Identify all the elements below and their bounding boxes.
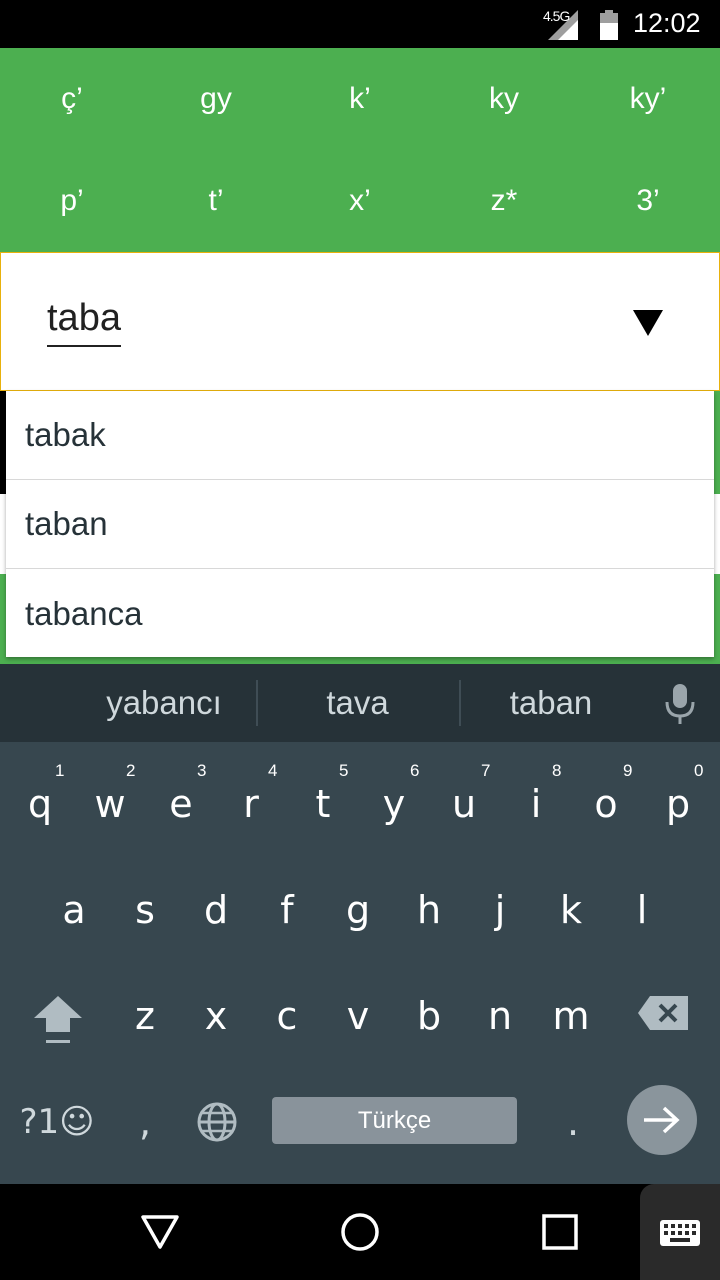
key-hint: 3 <box>197 761 207 780</box>
char-key[interactable]: k’ <box>288 48 432 150</box>
key-z[interactable]: z <box>111 986 179 1046</box>
key-b[interactable]: b <box>395 986 463 1046</box>
key-a[interactable]: a <box>40 880 108 940</box>
autocomplete-item[interactable]: tabak <box>6 391 714 480</box>
char-key[interactable]: ky <box>432 48 576 150</box>
search-row: taba <box>0 252 720 391</box>
key-p[interactable]: p <box>644 774 712 834</box>
key-hint: 9 <box>623 761 633 780</box>
keyboard-icon <box>660 1220 700 1246</box>
globe-icon[interactable] <box>196 1101 238 1143</box>
network-type-label: 4.5G <box>543 8 570 24</box>
recents-icon[interactable] <box>542 1214 578 1250</box>
char-key[interactable]: ky’ <box>576 48 720 150</box>
home-icon[interactable] <box>340 1212 380 1252</box>
key-s[interactable]: s <box>111 880 179 940</box>
comma-key[interactable]: , <box>120 1092 170 1152</box>
key-q[interactable]: q <box>6 774 74 834</box>
special-char-panel: ç’ gy k’ ky ky’ p’ t’ x’ z* 3’ <box>0 48 720 252</box>
key-w[interactable]: w <box>76 774 144 834</box>
clock: 12:02 <box>633 8 701 38</box>
key-h[interactable]: h <box>395 880 463 940</box>
shift-icon[interactable] <box>32 992 84 1048</box>
dropdown-arrow-icon[interactable] <box>633 310 663 336</box>
key-r[interactable]: r <box>217 774 285 834</box>
microphone-icon[interactable] <box>662 682 698 726</box>
key-x[interactable]: x <box>182 986 250 1046</box>
key-o[interactable]: o <box>572 774 640 834</box>
key-hint: 2 <box>126 761 136 780</box>
battery-icon <box>600 10 618 40</box>
enter-key[interactable] <box>627 1085 697 1155</box>
key-hint: 4 <box>268 761 278 780</box>
char-key[interactable]: 3’ <box>576 150 720 252</box>
status-bar: 4.5G 12:02 <box>0 0 720 48</box>
arrow-right-icon <box>644 1106 680 1134</box>
char-key[interactable]: ç’ <box>0 48 144 150</box>
key-j[interactable]: j <box>466 880 534 940</box>
period-key[interactable]: . <box>548 1092 598 1152</box>
autocomplete-item[interactable]: taban <box>6 480 714 569</box>
keyboard-suggestion[interactable]: yabancı <box>64 664 264 742</box>
keyboard-suggestion[interactable]: taban <box>462 664 640 742</box>
key-hint: 7 <box>481 761 491 780</box>
key-c[interactable]: c <box>253 986 321 1046</box>
keyboard-suggestion-strip: yabancı tava taban <box>0 664 720 742</box>
key-hint: 5 <box>339 761 349 780</box>
divider <box>256 680 258 726</box>
word-input[interactable]: taba <box>47 293 121 347</box>
key-hint: 1 <box>55 761 65 780</box>
char-key[interactable]: x’ <box>288 150 432 252</box>
navigation-bar <box>0 1184 720 1280</box>
key-d[interactable]: d <box>182 880 250 940</box>
autocomplete-item[interactable]: tabanca <box>6 569 714 658</box>
key-i[interactable]: i <box>502 774 570 834</box>
keyboard-switch-button[interactable] <box>640 1184 720 1280</box>
key-k[interactable]: k <box>537 880 605 940</box>
key-hint: 6 <box>410 761 420 780</box>
char-key[interactable]: gy <box>144 48 288 150</box>
key-e[interactable]: e <box>147 774 215 834</box>
key-u[interactable]: u <box>430 774 498 834</box>
key-f[interactable]: f <box>253 880 321 940</box>
key-hint: 0 <box>694 761 704 780</box>
char-key[interactable]: p’ <box>0 150 144 252</box>
key-v[interactable]: v <box>324 986 392 1046</box>
space-key[interactable]: Türkçe <box>272 1097 517 1144</box>
autocomplete-list: tabak taban tabanca <box>6 391 714 657</box>
keyboard-suggestion[interactable]: tava <box>260 664 455 742</box>
soft-keyboard: yabancı tava taban q w e r t y u i o p 1… <box>0 664 720 1184</box>
back-icon[interactable] <box>140 1214 180 1250</box>
key-m[interactable]: m <box>537 986 605 1046</box>
key-y[interactable]: y <box>360 774 428 834</box>
key-g[interactable]: g <box>324 880 392 940</box>
char-key[interactable]: z* <box>432 150 576 252</box>
symbols-key[interactable]: ?1☺ <box>18 1092 96 1152</box>
divider <box>459 680 461 726</box>
key-hint: 8 <box>552 761 562 780</box>
key-l[interactable]: l <box>608 880 676 940</box>
backspace-icon[interactable] <box>636 994 690 1032</box>
char-key[interactable]: t’ <box>144 150 288 252</box>
key-t[interactable]: t <box>289 774 357 834</box>
key-n[interactable]: n <box>466 986 534 1046</box>
